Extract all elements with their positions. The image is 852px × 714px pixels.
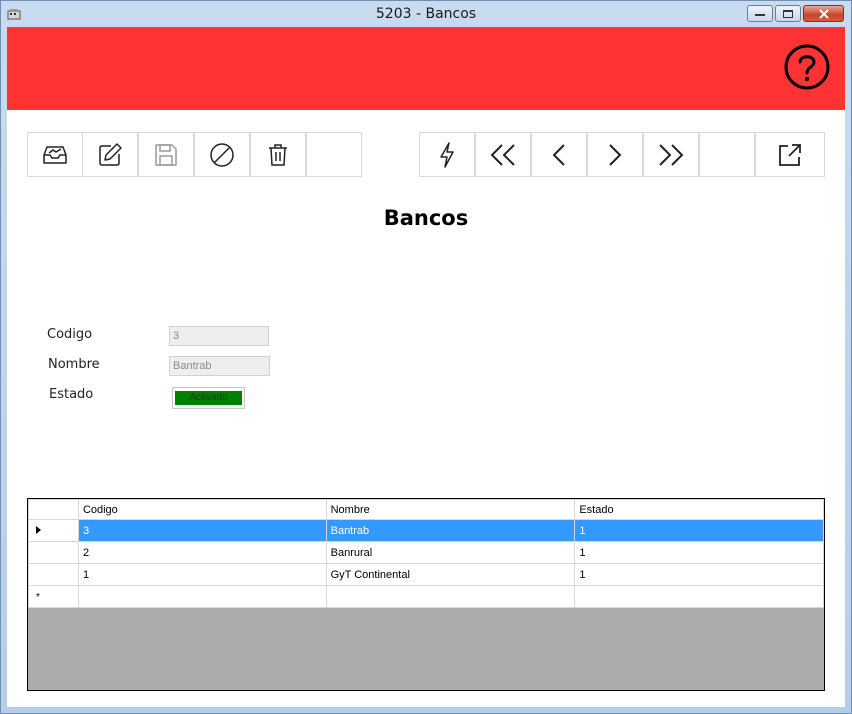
previous-record-button[interactable] bbox=[531, 132, 587, 177]
first-record-button[interactable] bbox=[475, 132, 531, 177]
previous-icon bbox=[552, 143, 565, 166]
last-record-button[interactable] bbox=[643, 132, 699, 177]
cell-estado[interactable]: 1 bbox=[574, 541, 824, 564]
delete-icon bbox=[269, 143, 287, 166]
grid-corner bbox=[28, 499, 79, 520]
cell-nombre[interactable] bbox=[325, 585, 576, 608]
status-badge: Activado bbox=[175, 391, 242, 405]
cell-codigo[interactable] bbox=[77, 585, 327, 608]
cell-estado[interactable] bbox=[574, 585, 824, 608]
row-header[interactable]: * bbox=[28, 585, 79, 608]
estado-field[interactable]: Activado bbox=[172, 387, 245, 409]
empty-toolbar-slot[interactable] bbox=[306, 132, 362, 177]
help-icon[interactable] bbox=[783, 43, 831, 91]
table-row[interactable]: 3 Bantrab 1 bbox=[28, 519, 824, 542]
maximize-button[interactable] bbox=[775, 5, 801, 22]
flash-button[interactable] bbox=[419, 132, 475, 177]
cell-codigo[interactable]: 2 bbox=[77, 541, 327, 564]
cell-estado[interactable]: 1 bbox=[574, 563, 824, 586]
cancel-icon bbox=[210, 142, 234, 167]
export-icon bbox=[779, 143, 801, 166]
codigo-label: Codigo bbox=[47, 327, 93, 342]
delete-button[interactable] bbox=[250, 132, 306, 177]
page-title: Bancos bbox=[383, 206, 469, 230]
next-record-button[interactable] bbox=[587, 132, 643, 177]
close-icon bbox=[818, 8, 829, 19]
minimize-icon bbox=[755, 13, 765, 16]
cell-nombre[interactable]: GyT Continental bbox=[325, 563, 576, 586]
empty-toolbar-slot[interactable] bbox=[699, 132, 755, 177]
last-icon bbox=[659, 143, 684, 166]
app-window: 5203 - Bancos Bancos Codigo 3 Nombre Ban… bbox=[0, 0, 852, 714]
close-button[interactable] bbox=[803, 5, 844, 22]
new-row-icon: * bbox=[36, 591, 40, 603]
next-icon bbox=[609, 143, 622, 166]
cell-nombre[interactable]: Bantrab bbox=[325, 519, 576, 542]
nombre-label: Nombre bbox=[48, 357, 100, 372]
column-header-nombre[interactable]: Nombre bbox=[325, 499, 576, 520]
title-bar: 5203 - Bancos bbox=[1, 1, 851, 27]
client-area: Bancos Codigo 3 Nombre Bantrab Estado Ac… bbox=[7, 27, 845, 707]
table-row[interactable]: 2 Banrural 1 bbox=[28, 541, 824, 564]
minimize-button[interactable] bbox=[747, 5, 773, 22]
cell-codigo[interactable]: 3 bbox=[77, 519, 327, 542]
flash-icon bbox=[440, 141, 454, 168]
edit-button[interactable] bbox=[82, 132, 138, 177]
edit-icon bbox=[99, 142, 122, 166]
save-icon bbox=[155, 143, 177, 166]
row-header[interactable] bbox=[28, 541, 79, 564]
nombre-field[interactable]: Bantrab bbox=[169, 356, 270, 376]
inbox-button[interactable] bbox=[27, 132, 83, 177]
window-title: 5203 - Bancos bbox=[375, 6, 477, 22]
table-row[interactable]: 1 GyT Continental 1 bbox=[28, 563, 824, 586]
inbox-icon bbox=[43, 145, 67, 164]
row-header[interactable] bbox=[28, 519, 79, 542]
cell-nombre[interactable]: Banrural bbox=[325, 541, 576, 564]
codigo-field[interactable]: 3 bbox=[169, 326, 269, 346]
row-header[interactable] bbox=[28, 563, 79, 586]
header-bar bbox=[7, 27, 845, 110]
cell-estado[interactable]: 1 bbox=[574, 519, 824, 542]
cell-codigo[interactable]: 1 bbox=[77, 563, 327, 586]
first-icon bbox=[490, 143, 515, 166]
cancel-button[interactable] bbox=[194, 132, 250, 177]
save-button[interactable] bbox=[138, 132, 194, 177]
estado-label: Estado bbox=[49, 387, 94, 402]
column-header-codigo[interactable]: Codigo bbox=[77, 499, 327, 520]
maximize-icon bbox=[783, 9, 793, 18]
export-button[interactable] bbox=[755, 132, 825, 177]
current-row-icon bbox=[36, 525, 41, 534]
new-row[interactable]: * bbox=[28, 585, 824, 608]
data-grid[interactable]: Codigo Nombre Estado 3 Bantrab 1 2 Banru… bbox=[27, 498, 825, 691]
column-header-estado[interactable]: Estado bbox=[574, 499, 824, 520]
